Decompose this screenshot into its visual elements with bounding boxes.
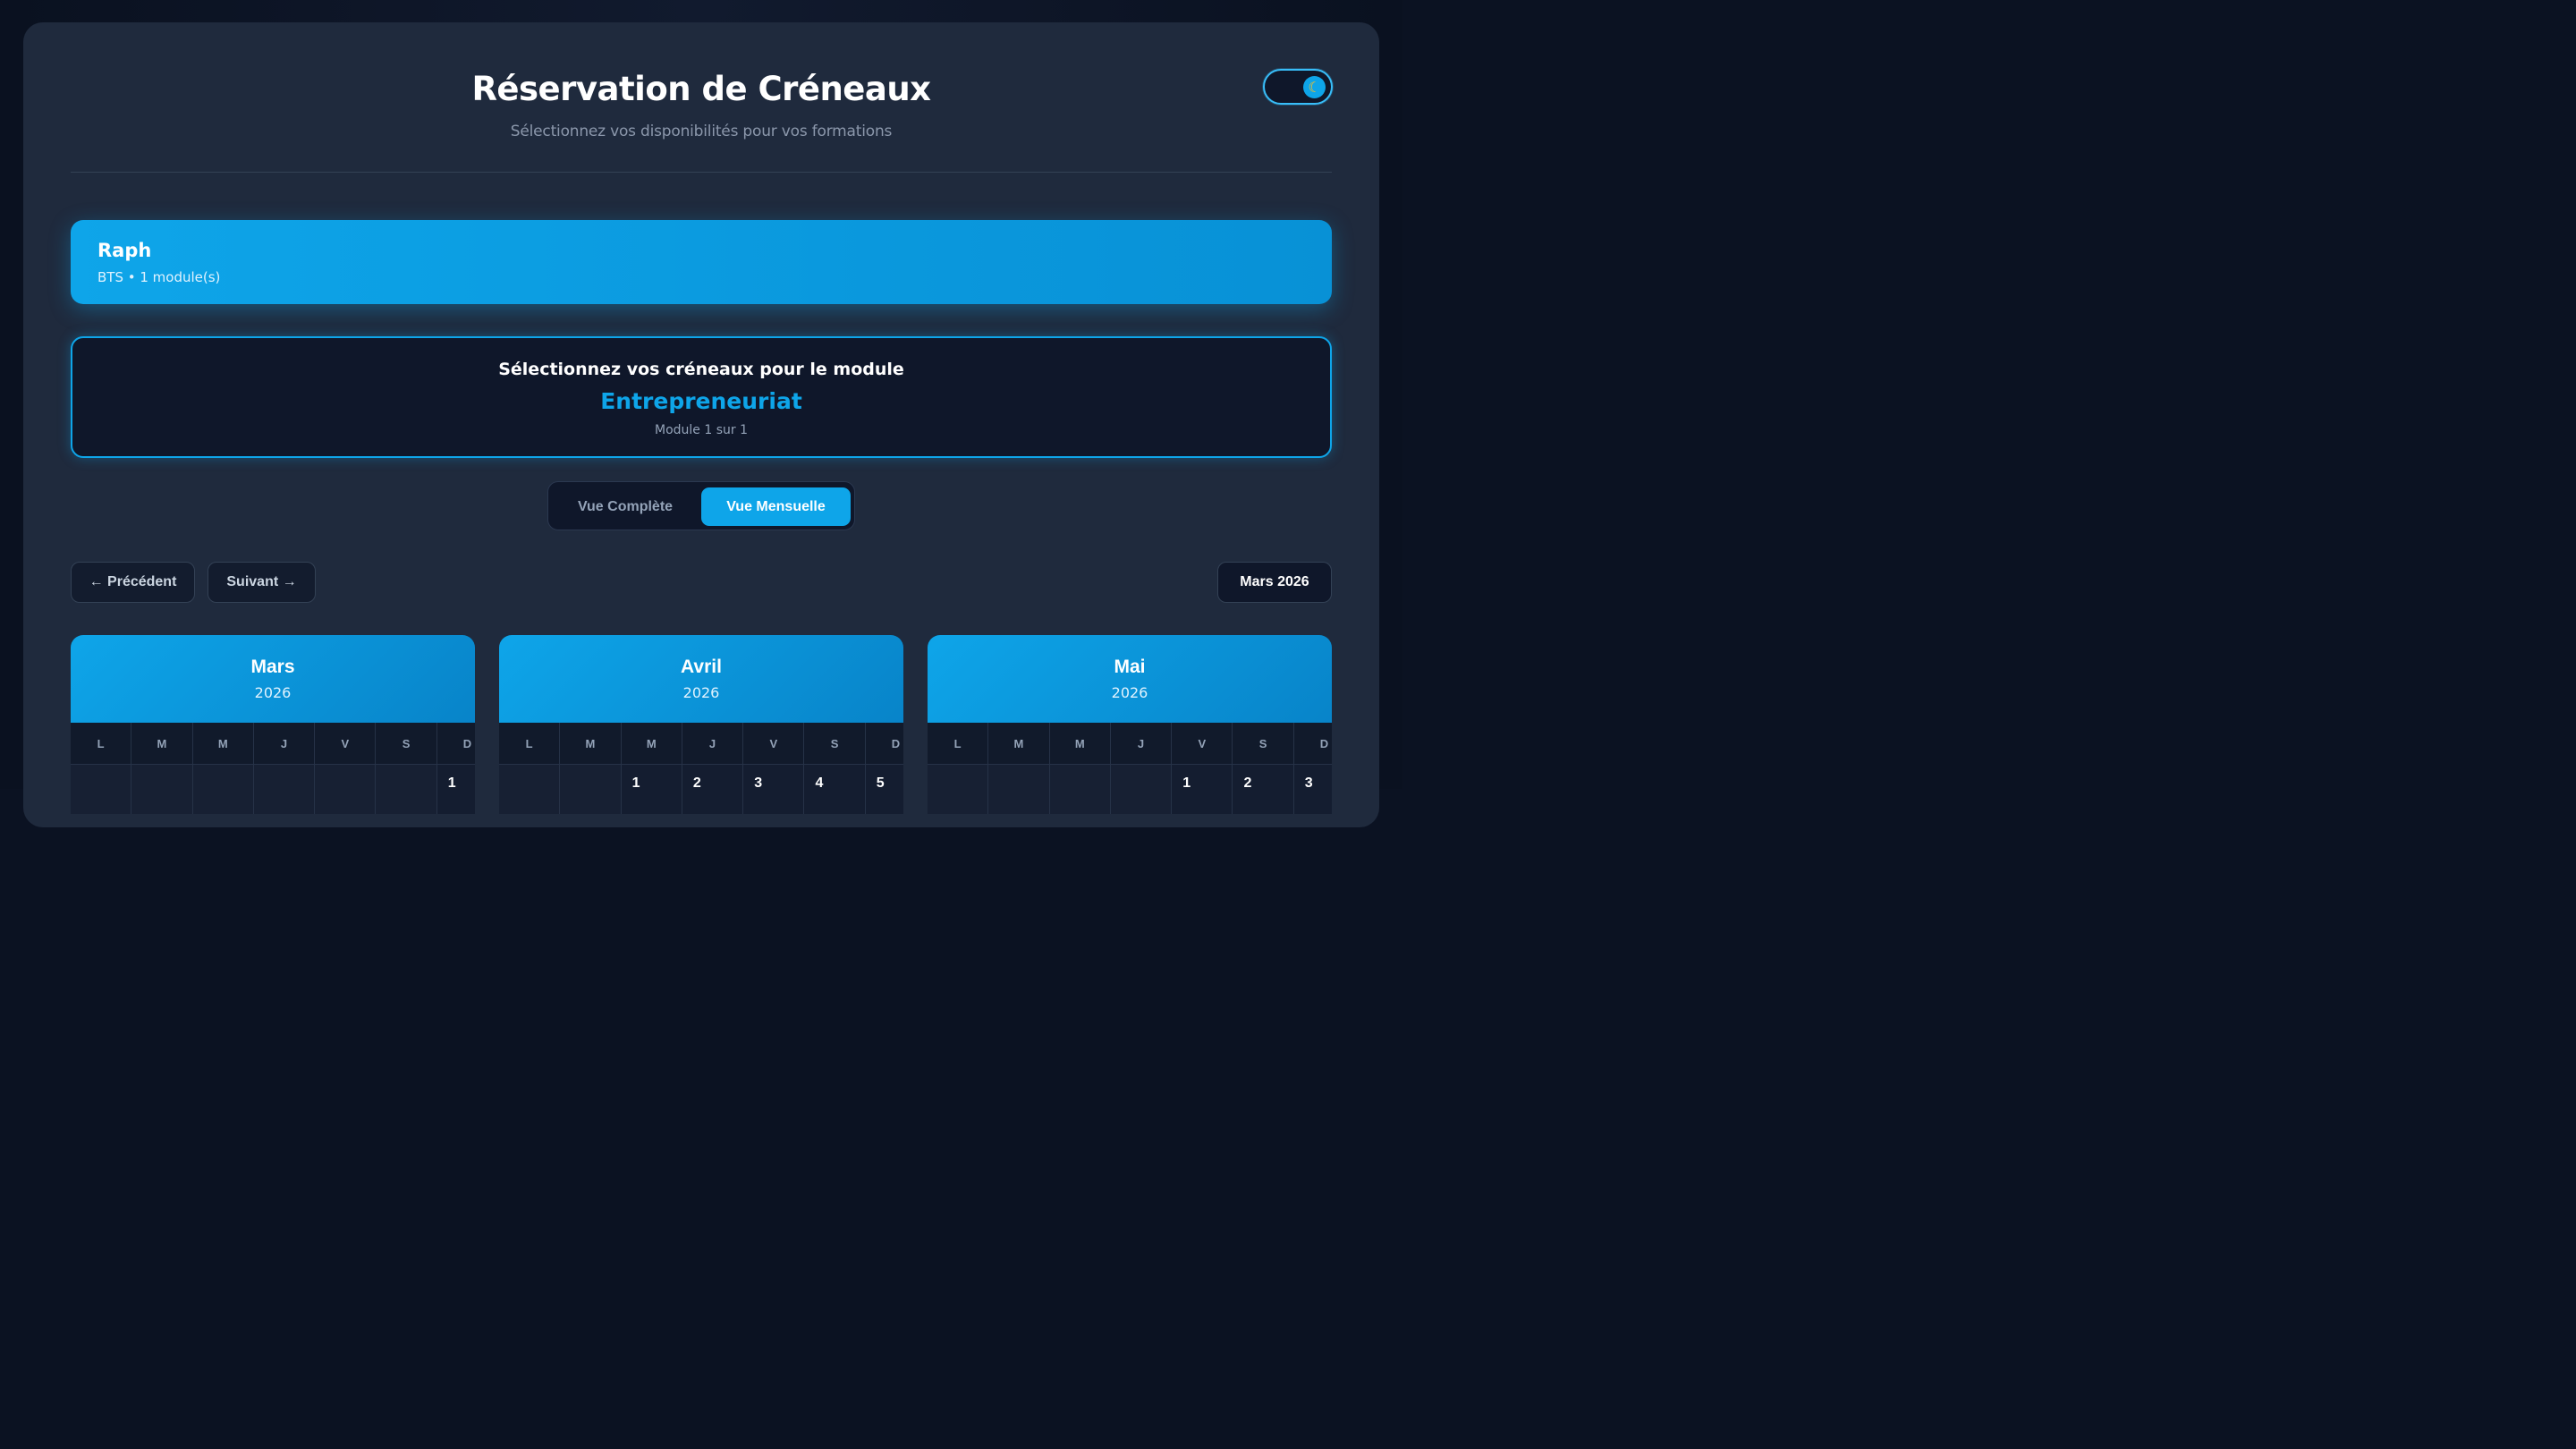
month-year: 2026 bbox=[682, 684, 720, 701]
month-header: Avril 2026 bbox=[499, 635, 903, 723]
month-card: Mai 2026 L M M J V S D 1 2 3 bbox=[928, 635, 1332, 814]
day-cell[interactable]: 1 bbox=[621, 765, 682, 814]
module-heading: Sélectionnez vos créneaux pour le module bbox=[498, 360, 904, 379]
weekday-label: S bbox=[804, 723, 866, 765]
weekday-label: V bbox=[1172, 723, 1233, 765]
weekday-label: J bbox=[1110, 723, 1173, 765]
month-card: Mars 2026 L M M J V S D 1 bbox=[71, 635, 475, 814]
empty-day-cell bbox=[499, 765, 561, 814]
weekday-label: V bbox=[315, 723, 377, 765]
module-name: Entrepreneuriat bbox=[600, 388, 802, 414]
weekday-label: M bbox=[192, 723, 254, 765]
empty-day-cell bbox=[253, 765, 316, 814]
weekday-label: D bbox=[865, 723, 903, 765]
weekday-label: S bbox=[1233, 723, 1294, 765]
empty-day-cell bbox=[988, 765, 1050, 814]
weekday-row: LMMJVSD bbox=[928, 723, 1332, 765]
day-number: 2 bbox=[1243, 775, 1252, 791]
empty-day-cell bbox=[928, 765, 989, 814]
day-cell[interactable]: 2 bbox=[1233, 765, 1294, 814]
day-cell[interactable]: 1 bbox=[1172, 765, 1233, 814]
user-card: Raph BTS • 1 module(s) bbox=[71, 220, 1332, 304]
empty-day-cell bbox=[192, 765, 254, 814]
weekday-label: M bbox=[131, 723, 193, 765]
theme-toggle[interactable]: ☾ bbox=[1263, 69, 1333, 105]
empty-day-cell bbox=[1110, 765, 1173, 814]
user-meta: BTS • 1 module(s) bbox=[97, 269, 221, 285]
empty-day-cell bbox=[71, 765, 132, 814]
page-subtitle: Sélectionnez vos disponibilités pour vos… bbox=[510, 123, 893, 140]
weekday-row: LMMJVSD bbox=[71, 723, 475, 765]
weekday-label: D bbox=[1293, 723, 1332, 765]
day-number: 2 bbox=[692, 775, 701, 791]
moon-icon: ☾ bbox=[1303, 76, 1326, 98]
weekday-label: M bbox=[1049, 723, 1111, 765]
month-header: Mai 2026 bbox=[928, 635, 1332, 723]
day-cell[interactable]: 3 bbox=[1293, 765, 1332, 814]
weekday-label: D bbox=[436, 723, 475, 765]
day-cell[interactable]: 3 bbox=[743, 765, 805, 814]
day-cell[interactable]: 2 bbox=[682, 765, 744, 814]
weekday-label: J bbox=[253, 723, 316, 765]
week-row: 1 bbox=[71, 765, 475, 814]
page-title: Réservation de Créneaux bbox=[471, 70, 931, 108]
user-name: Raph bbox=[97, 240, 152, 261]
module-progress: Module 1 sur 1 bbox=[655, 423, 748, 437]
weekday-row: LMMJVSD bbox=[499, 723, 903, 765]
day-cell[interactable]: 1 bbox=[436, 765, 475, 814]
page-background: Réservation de Créneaux Sélectionnez vos… bbox=[0, 0, 1402, 827]
weekday-label: M bbox=[560, 723, 622, 765]
weekday-label: V bbox=[743, 723, 805, 765]
view-switch: Vue Complète Vue Mensuelle bbox=[547, 481, 855, 530]
day-number: 1 bbox=[1182, 775, 1191, 791]
day-number: 3 bbox=[1304, 775, 1313, 791]
empty-day-cell bbox=[376, 765, 437, 814]
month-card: Avril 2026 L M M J V S D 1 2 3 4 5 bbox=[499, 635, 903, 814]
weekday-label: M bbox=[621, 723, 682, 765]
next-button[interactable]: Suivant → bbox=[208, 562, 316, 603]
week-row: 1 2 3 bbox=[928, 765, 1332, 814]
month-name: Mai bbox=[1114, 657, 1146, 677]
day-number: 1 bbox=[631, 775, 640, 791]
month-year: 2026 bbox=[254, 684, 292, 701]
previous-button[interactable]: ← Précédent bbox=[71, 562, 195, 603]
day-number: 4 bbox=[815, 775, 824, 791]
month-year: 2026 bbox=[1111, 684, 1148, 701]
weekday-label: S bbox=[376, 723, 437, 765]
week-row: 1 2 3 4 5 bbox=[499, 765, 903, 814]
empty-day-cell bbox=[1049, 765, 1111, 814]
header-divider bbox=[71, 172, 1332, 173]
month-header: Mars 2026 bbox=[71, 635, 475, 723]
empty-day-cell bbox=[315, 765, 377, 814]
monthly-view-button[interactable]: Vue Mensuelle bbox=[701, 487, 851, 526]
day-cell[interactable]: 4 bbox=[804, 765, 866, 814]
weekday-label: M bbox=[988, 723, 1050, 765]
month-name: Mars bbox=[250, 657, 295, 677]
current-month-label: Mars 2026 bbox=[1217, 562, 1332, 603]
day-cell[interactable]: 5 bbox=[865, 765, 903, 814]
day-number: 5 bbox=[876, 775, 885, 791]
weekday-label: L bbox=[928, 723, 989, 765]
day-number: 1 bbox=[447, 775, 456, 791]
weekday-label: J bbox=[682, 723, 744, 765]
weekday-label: L bbox=[71, 723, 132, 765]
empty-day-cell bbox=[131, 765, 193, 814]
weekday-label: L bbox=[499, 723, 561, 765]
month-name: Avril bbox=[681, 657, 722, 677]
full-view-button[interactable]: Vue Complète bbox=[554, 487, 697, 526]
day-number: 3 bbox=[754, 775, 763, 791]
empty-day-cell bbox=[560, 765, 622, 814]
module-banner: Sélectionnez vos créneaux pour le module… bbox=[71, 336, 1332, 458]
